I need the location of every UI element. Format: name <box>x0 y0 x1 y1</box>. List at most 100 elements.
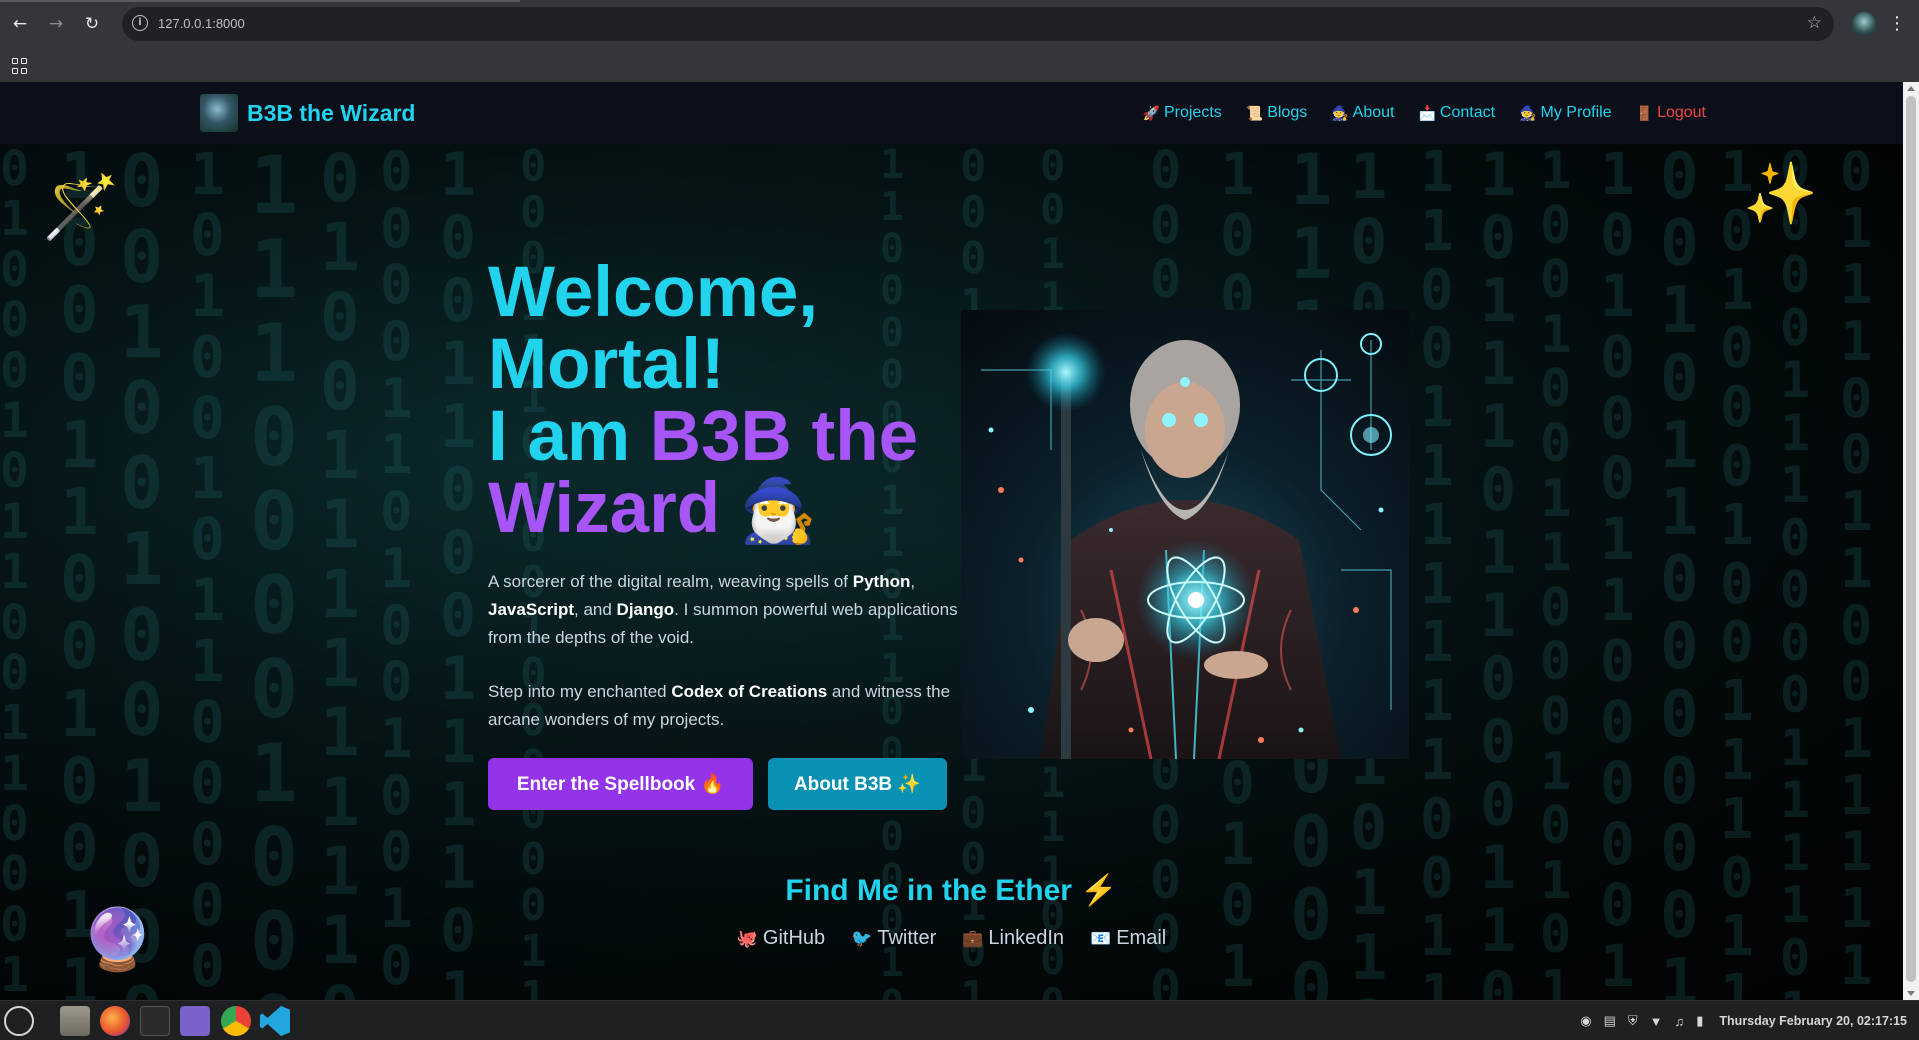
desc-highlight: JavaScript <box>488 600 574 619</box>
url-text[interactable]: 127.0.0.1:8000 <box>158 16 245 31</box>
nav-link-projects[interactable]: 🚀 Projects <box>1143 104 1222 122</box>
browser-toolbar: ← → ↻ i 127.0.0.1:8000 ☆ ⋮ <box>0 0 1919 49</box>
brand-title: B3B the Wizard <box>247 99 416 126</box>
linkedin-link[interactable]: 💼 LinkedIn <box>962 927 1064 950</box>
binary-column: 1 0 0 1 1 0 0 0 1 1 1 1 0 1 <box>440 144 477 1000</box>
scroll-down-arrow-icon[interactable] <box>1907 991 1915 996</box>
envelope-icon: 📩 <box>1418 104 1436 121</box>
forward-button[interactable]: → <box>44 12 68 36</box>
address-bar[interactable]: i 127.0.0.1:8000 ☆ <box>122 7 1834 41</box>
profile-avatar[interactable] <box>1852 12 1876 36</box>
binary-column: 0 0 0 0 1 1 0 1 0 0 1 0 0 1 0 1 <box>380 144 413 1000</box>
briefcase-icon: 💼 <box>962 928 984 948</box>
socials-title: Find Me in the Ether ⚡ <box>785 874 1118 907</box>
nav-link-about[interactable]: 🧙 About <box>1331 104 1394 122</box>
sparkles-icon: ✨ <box>1743 159 1818 229</box>
star-icon[interactable]: ☆ <box>1807 13 1822 33</box>
chat-app-icon[interactable] <box>180 1006 210 1036</box>
binary-column: 0 1 1 1 0 0 1 1 0 0 1 1 1 1 1 0 <box>1840 144 1873 1000</box>
brand-logo <box>200 94 238 132</box>
nav-link-contact[interactable]: 📩 Contact <box>1418 104 1495 122</box>
nav-label: Logout <box>1657 104 1706 121</box>
battery-icon[interactable]: ▮ <box>1696 1013 1703 1029</box>
hero-title-name: Wizard <box>488 469 721 548</box>
os-taskbar: ◉ ▤ ⛨ ▼ ♫ ▮ Thursday February 20, 02:17:… <box>0 1000 1919 1040</box>
hero-title-name: B3B the <box>649 397 919 476</box>
binary-column: 1 0 0 1 0 0 1 1 0 0 0 1 0 1 0 1 <box>1540 144 1572 1000</box>
clipboard-icon[interactable]: ▤ <box>1604 1013 1616 1029</box>
nav-label: Projects <box>1163 104 1222 121</box>
nav-label: My Profile <box>1540 104 1612 121</box>
hero-title-prefix: I am <box>488 397 650 476</box>
binary-column: 1 1 0 0 1 1 1 1 1 1 1 0 0 1 1 <box>1420 144 1454 1000</box>
back-button[interactable]: ← <box>8 12 32 36</box>
binary-column: 1 0 0 0 1 1 0 0 1 0 0 1 1 <box>60 144 99 1000</box>
wifi-icon[interactable]: ▼ <box>1650 1014 1663 1029</box>
apps-grid-icon[interactable] <box>12 58 28 74</box>
binary-column: 1 1 1 0 0 0 0 1 0 0 0 <box>250 144 299 1000</box>
desc-text: Step into my enchanted <box>488 682 672 701</box>
hero-title-line: Mortal! <box>488 325 725 404</box>
bookmarks-bar <box>0 49 1919 82</box>
mint-menu-icon[interactable] <box>4 1006 34 1036</box>
desc-highlight: Codex of Creations <box>671 682 828 701</box>
binary-column: 0 1 0 0 1 1 1 1 1 1 1 1 0 <box>320 144 360 1000</box>
desc-highlight: Django <box>616 600 675 619</box>
desc-highlight: Python <box>852 572 911 591</box>
scroll-up-arrow-icon[interactable] <box>1907 86 1915 91</box>
clock[interactable]: Thursday February 20, 02:17:15 <box>1719 1014 1907 1028</box>
github-link[interactable]: 🐙 GitHub <box>737 927 825 950</box>
social-label: Email <box>1116 927 1167 949</box>
binary-column: 0 1 0 0 0 1 0 1 1 0 0 1 1 0 0 0 1 0 <box>0 144 29 1000</box>
twitter-link[interactable]: 🐦 Twitter <box>851 927 936 950</box>
desc-text: , and <box>574 600 617 619</box>
vscode-icon[interactable] <box>260 1006 290 1036</box>
chrome-icon[interactable] <box>221 1006 251 1036</box>
bird-icon: 🐦 <box>851 928 873 948</box>
hero-description-codex: Step into my enchanted Codex of Creation… <box>488 678 958 734</box>
files-icon[interactable] <box>60 1006 90 1036</box>
nav-label: Blogs <box>1267 104 1308 121</box>
magic-wand-icon: 🪄 <box>42 170 120 243</box>
door-icon: 🚪 <box>1635 104 1654 121</box>
nav-link-blogs[interactable]: 📜 Blogs <box>1246 104 1307 122</box>
nav-link-my-profile[interactable]: 🧙 My Profile <box>1519 104 1612 122</box>
hero-title: Welcome, Mortal! I am B3B the Wizard 🧙‍♂… <box>488 257 958 548</box>
social-label: Twitter <box>877 927 937 949</box>
system-tray: ◉ ▤ ⛨ ▼ ♫ ▮ Thursday February 20, 02:17:… <box>1580 1001 1907 1040</box>
site-navbar: B3B the Wizard 🚀 Projects 📜 Blogs 🧙 About 📩… <box>0 82 1903 144</box>
binary-column: 1 0 1 0 0 0 1 0 0 1 1 1 0 1 1 <box>1720 144 1754 1000</box>
desc-text: A sorcerer of the digital realm, weaving… <box>488 572 853 591</box>
scrollbar-thumb[interactable] <box>1906 96 1916 982</box>
wizard-icon: 🧙 <box>1519 104 1537 121</box>
brand-link[interactable]: B3B the Wizard <box>200 94 415 132</box>
social-label: GitHub <box>762 927 826 949</box>
social-label: LinkedIn <box>988 927 1065 949</box>
page-scrollbar[interactable] <box>1903 82 1919 1000</box>
wizard-portrait-image <box>961 310 1409 759</box>
rocket-icon: 🚀 <box>1142 104 1160 121</box>
kebab-menu-icon[interactable]: ⋮ <box>1888 12 1906 36</box>
nav-link-logout[interactable]: 🚪 Logout <box>1636 104 1706 122</box>
binary-column: 1 0 1 0 0 0 1 1 0 0 0 0 0 1 0 <box>1600 144 1635 1000</box>
hero-title-line: Welcome, <box>488 253 819 332</box>
binary-column: 0 0 0 0 1 1 1 0 0 0 0 1 1 1 1 0 1 <box>1780 144 1811 1000</box>
email-icon: 📧 <box>1090 928 1112 948</box>
nav-menu: 🚀 Projects 📜 Blogs 🧙 About 📩 Contact 🧙 My Pro… <box>1143 82 1706 144</box>
about-b3b-button[interactable]: About B3B ✨ <box>768 758 947 810</box>
site-info-icon[interactable]: i <box>132 15 148 31</box>
bluetooth-icon[interactable]: ◉ <box>1580 1013 1591 1029</box>
binary-column: 1 0 1 0 0 1 0 1 1 0 0 0 0 0 0 <box>190 144 225 1000</box>
terminal-icon[interactable] <box>140 1006 170 1036</box>
reload-button[interactable]: ↻ <box>80 12 104 36</box>
wizard-icon: 🧙 <box>1331 104 1349 121</box>
social-links: 🐙 GitHub 🐦 Twitter 💼 LinkedIn 📧 Email <box>0 927 1903 950</box>
email-link[interactable]: 📧 Email <box>1090 927 1166 950</box>
firefox-icon[interactable] <box>100 1006 130 1036</box>
volume-icon[interactable]: ♫ <box>1675 1014 1685 1029</box>
desc-text: , <box>910 572 916 591</box>
enter-spellbook-button[interactable]: Enter the Spellbook 🔥 <box>488 758 753 810</box>
wizard-emoji-icon: 🧙‍♂️ <box>739 477 818 546</box>
shield-icon[interactable]: ⛨ <box>1628 1013 1638 1029</box>
hero-description: A sorcerer of the digital realm, weaving… <box>488 568 958 652</box>
